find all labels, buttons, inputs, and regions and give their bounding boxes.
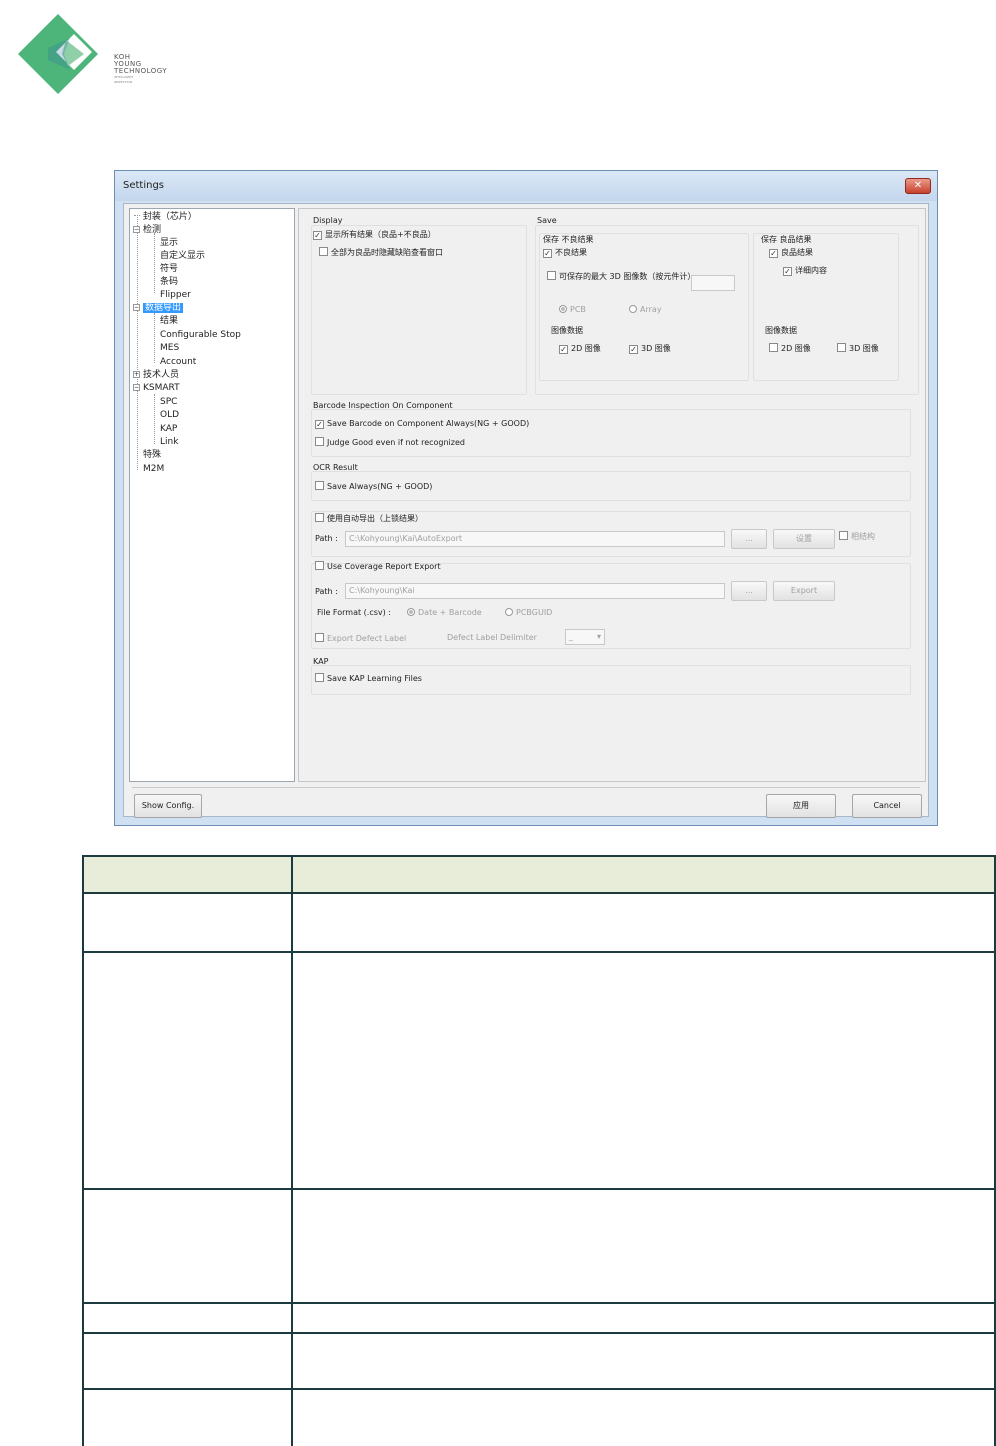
coverage-browse-button[interactable]: ... xyxy=(731,581,767,601)
good-image-data-label: 图像数据 xyxy=(765,326,797,335)
tree-item-result[interactable]: 结果 xyxy=(160,315,178,327)
logo-line-3: TECHNOLOGY xyxy=(114,67,168,75)
tree-item-old[interactable]: OLD xyxy=(160,409,179,421)
logo-wordmark: KOH YOUNG TECHNOLOGY INTELLIGENT INSPECT… xyxy=(114,54,167,85)
auto-export-checkbox[interactable]: 使用自动导出（上锁结果） xyxy=(315,513,423,524)
collapse-icon[interactable]: − xyxy=(133,304,140,311)
tree-item-kap[interactable]: KAP xyxy=(160,423,177,435)
barcode-group xyxy=(311,409,911,457)
auto-export-extra-checkbox[interactable]: 相结构 xyxy=(839,531,875,542)
ocr-save-always-checkbox[interactable]: Save Always(NG + GOOD) xyxy=(315,481,432,491)
chevron-down-icon: ▾ xyxy=(596,632,601,641)
tree-item-symbol[interactable]: 符号 xyxy=(160,263,178,275)
window-title: Settings xyxy=(123,180,165,191)
good-3d-checkbox[interactable]: 3D 图像 xyxy=(837,343,879,354)
kap-save-checkbox[interactable]: Save KAP Learning Files xyxy=(315,673,422,683)
tree-item-spc[interactable]: SPC xyxy=(160,396,177,408)
tree-item-configurable-stop[interactable]: Configurable Stop xyxy=(160,329,241,341)
coverage-path-input[interactable]: C:\Kohyoung\Kai xyxy=(345,583,725,599)
table-header-cell xyxy=(291,855,996,894)
show-config-button[interactable]: Show Config. xyxy=(134,794,202,818)
table-row xyxy=(82,892,996,953)
display-group-label: Display xyxy=(313,216,343,225)
tree-item-account[interactable]: Account xyxy=(160,356,196,368)
tree-item-inspection[interactable]: − 检测 xyxy=(133,224,161,236)
save-group-label: Save xyxy=(537,216,557,225)
auto-export-settings-button[interactable]: 设置 xyxy=(773,529,835,549)
pcbguid-radio[interactable]: PCBGUID xyxy=(505,608,552,617)
coverage-checkbox[interactable]: Use Coverage Report Export xyxy=(315,561,441,571)
good-2d-checkbox[interactable]: 2D 图像 xyxy=(769,343,811,354)
logo-tagline-2: INSPECTION xyxy=(114,80,133,84)
ng-2d-checkbox[interactable]: ✓ 2D 图像 xyxy=(559,343,601,354)
table-row xyxy=(82,1388,996,1446)
settings-window: Settings ✕ 封装（芯片） − 检测 显示 自定义显示 符号 条码 Fli… xyxy=(114,170,938,826)
detail-checkbox[interactable]: ✓ 详细内容 xyxy=(783,265,827,276)
coverage-export-button[interactable]: Export xyxy=(773,581,835,601)
tree-item-m2m[interactable]: M2M xyxy=(143,463,164,475)
logo-mark-icon xyxy=(18,14,98,94)
apply-button[interactable]: 应用 xyxy=(766,794,836,818)
company-logo: KOH YOUNG TECHNOLOGY INTELLIGENT INSPECT… xyxy=(18,14,188,94)
pcb-radio[interactable]: PCB xyxy=(559,305,586,314)
barcode-save-always-checkbox[interactable]: ✓ Save Barcode on Component Always(NG + G… xyxy=(315,419,529,429)
tree-item-custom-display[interactable]: 自定义显示 xyxy=(160,250,205,262)
coverage-path-label: Path : xyxy=(315,587,338,596)
tree-item-barcode[interactable]: 条码 xyxy=(160,276,178,288)
file-format-label: File Format (.csv) : xyxy=(317,608,391,617)
ng-result-checkbox[interactable]: ✓ 不良结果 xyxy=(543,247,587,258)
auto-export-browse-button[interactable]: ... xyxy=(731,529,767,549)
delimiter-select[interactable]: _ ▾ xyxy=(565,629,605,645)
tree-item-flipper[interactable]: Flipper xyxy=(160,289,191,301)
description-table xyxy=(82,855,996,1446)
settings-panel: Display ✓ 显示所有结果（良品+不良品） 全部为良品时隐藏缺陷查看窗口 S… xyxy=(298,208,926,782)
tree-item-ksmart[interactable]: − KSMART xyxy=(133,382,180,394)
collapse-icon[interactable]: − xyxy=(133,384,140,391)
settings-client-area: 封装（芯片） − 检测 显示 自定义显示 符号 条码 Flipper − 数据导出 … xyxy=(123,203,929,818)
judge-good-checkbox[interactable]: Judge Good even if not recognized xyxy=(315,437,465,447)
close-icon[interactable]: ✕ xyxy=(905,178,931,194)
date-barcode-radio[interactable]: Date + Barcode xyxy=(407,608,482,617)
save-ng-label: 保存 不良结果 xyxy=(543,235,594,244)
tree-item-package[interactable]: 封装（芯片） xyxy=(134,211,197,223)
tree-item-technician[interactable]: + 技术人员 xyxy=(133,369,179,381)
collapse-icon[interactable]: − xyxy=(133,226,140,233)
show-all-checkbox[interactable]: ✓ 显示所有结果（良品+不良品） xyxy=(313,229,436,240)
tree-item-mes[interactable]: MES xyxy=(160,342,179,354)
table-row xyxy=(82,1332,996,1390)
table-row xyxy=(82,1188,996,1304)
hide-popup-checkbox[interactable]: 全部为良品时隐藏缺陷查看窗口 xyxy=(319,247,443,258)
auto-export-path-input[interactable]: C:\Kohyoung\Kai\AutoExport xyxy=(345,531,725,547)
footer-divider xyxy=(132,787,920,788)
save-good-label: 保存 良品结果 xyxy=(761,235,812,244)
delimiter-label: Defect Label Delimiter xyxy=(447,633,537,642)
table-row xyxy=(82,951,996,1190)
ng-3d-checkbox[interactable]: ✓ 3D 图像 xyxy=(629,343,671,354)
export-defect-label-checkbox[interactable]: Export Defect Label xyxy=(315,633,406,643)
array-radio[interactable]: Array xyxy=(629,305,662,314)
tree-item-data-export[interactable]: − 数据导出 xyxy=(133,302,184,314)
expand-icon[interactable]: + xyxy=(133,371,140,378)
max-3d-input[interactable] xyxy=(691,275,735,291)
ng-image-data-label: 图像数据 xyxy=(551,326,583,335)
tree-item-special[interactable]: 特殊 xyxy=(143,449,161,461)
auto-export-path-label: Path : xyxy=(315,534,338,543)
max-3d-checkbox[interactable]: 可保存的最大 3D 图像数（按元件计） xyxy=(547,271,697,282)
tree-item-link[interactable]: Link xyxy=(160,436,178,448)
settings-tree: 封装（芯片） − 检测 显示 自定义显示 符号 条码 Flipper − 数据导出 … xyxy=(129,208,295,782)
tree-item-display[interactable]: 显示 xyxy=(160,237,178,249)
title-bar: Settings ✕ xyxy=(115,171,937,201)
good-result-checkbox[interactable]: ✓ 良品结果 xyxy=(769,247,813,258)
table-row xyxy=(82,1302,996,1334)
table-header-cell xyxy=(82,855,293,894)
cancel-button[interactable]: Cancel xyxy=(852,794,922,818)
table-header-row xyxy=(82,855,996,894)
